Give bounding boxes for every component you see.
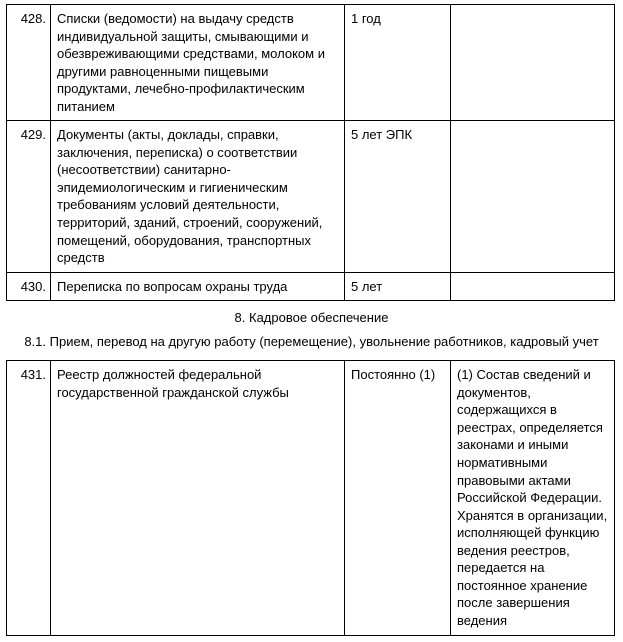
row-number: 429.	[7, 121, 51, 272]
table-row: 430. Переписка по вопросам охраны труда …	[7, 272, 615, 301]
row-description: Реестр должностей федеральной государств…	[51, 361, 345, 635]
row-description: Документы (акты, доклады, справки, заклю…	[51, 121, 345, 272]
row-term: 5 лет ЭПК	[345, 121, 451, 272]
row-number: 428.	[7, 5, 51, 121]
section-heading: 8. Кадровое обеспечение	[6, 301, 617, 329]
row-note: (1) Состав сведений и документов, содерж…	[451, 361, 615, 635]
row-description: Переписка по вопросам охраны труда	[51, 272, 345, 301]
row-description: Списки (ведомости) на выдачу средств инд…	[51, 5, 345, 121]
records-table-top: 428. Списки (ведомости) на выдачу средст…	[6, 4, 615, 301]
table-row: 431. Реестр должностей федеральной госуд…	[7, 361, 615, 635]
row-note	[451, 5, 615, 121]
subsection-heading: 8.1. Прием, перевод на другую работу (пе…	[6, 329, 617, 361]
row-term: 5 лет	[345, 272, 451, 301]
records-table-bottom: 431. Реестр должностей федеральной госуд…	[6, 360, 615, 635]
row-term: 1 год	[345, 5, 451, 121]
table-row: 429. Документы (акты, доклады, справки, …	[7, 121, 615, 272]
row-number: 431.	[7, 361, 51, 635]
row-note	[451, 272, 615, 301]
row-term: Постоянно (1)	[345, 361, 451, 635]
row-number: 430.	[7, 272, 51, 301]
row-note	[451, 121, 615, 272]
table-row: 428. Списки (ведомости) на выдачу средст…	[7, 5, 615, 121]
